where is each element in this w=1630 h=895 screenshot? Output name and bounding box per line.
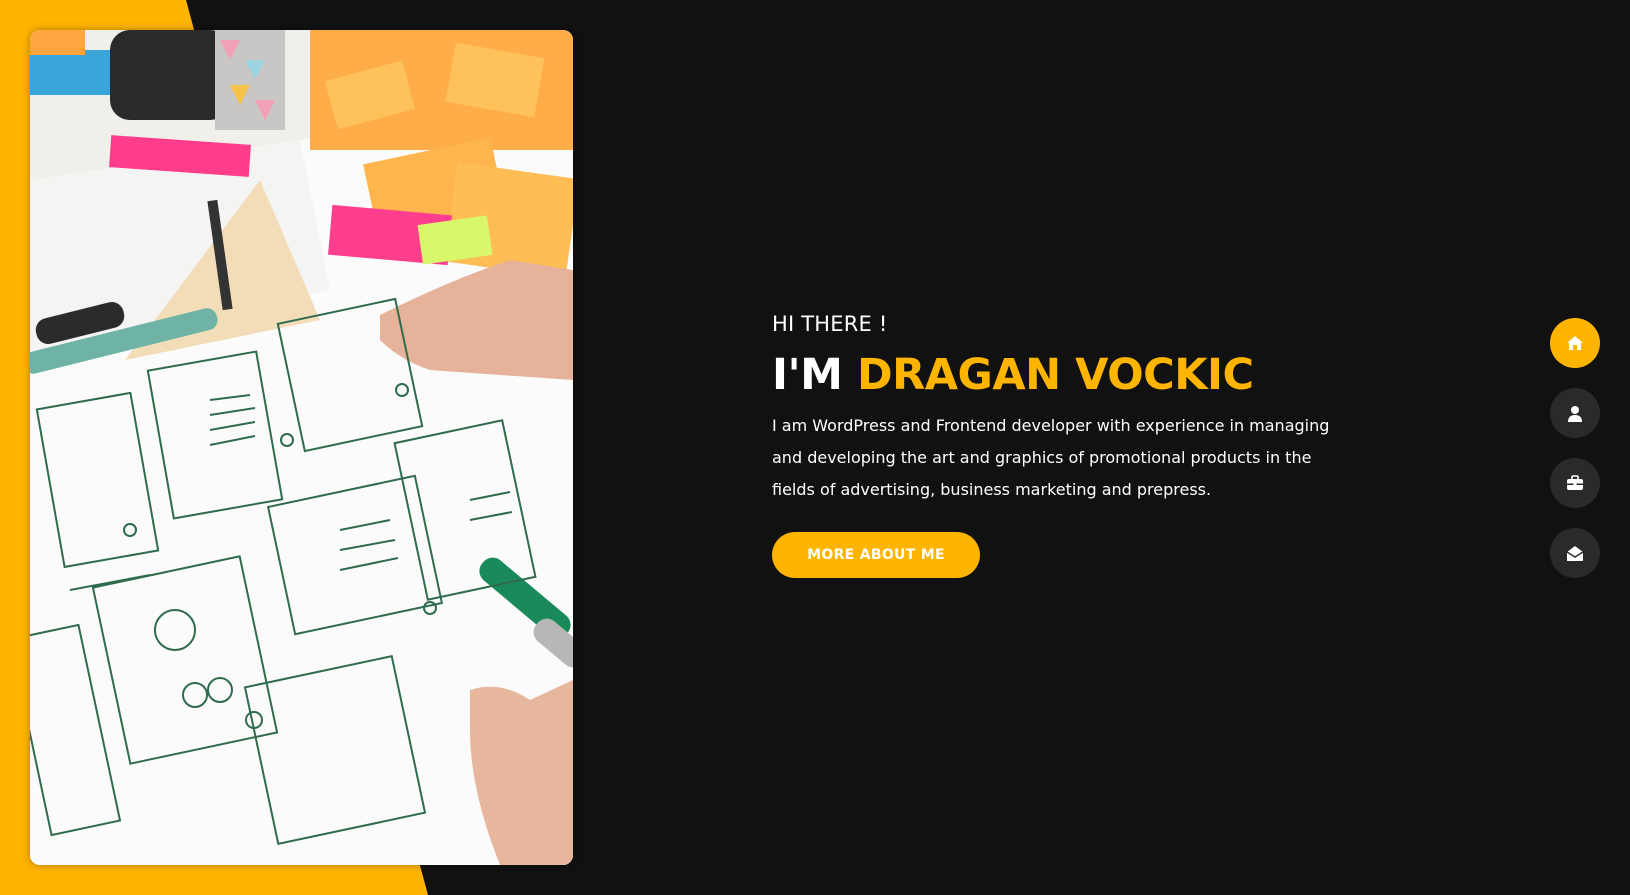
hero-content: HI THERE ! I'M DRAGAN VOCKIC I am WordPr…: [772, 312, 1352, 578]
wireframe-sketch-illustration: [30, 30, 573, 865]
greeting-text: HI THERE !: [772, 312, 888, 336]
title-prefix: I'M: [772, 350, 843, 400]
user-icon: [1568, 405, 1582, 422]
nav-contact-button[interactable]: [1550, 528, 1600, 578]
nav-about-button[interactable]: [1550, 388, 1600, 438]
more-about-me-button[interactable]: MORE ABOUT ME: [772, 532, 980, 578]
home-icon: [1567, 336, 1583, 350]
nav-home-button[interactable]: [1550, 318, 1600, 368]
hero-title: I'M DRAGAN VOCKIC: [772, 350, 1352, 400]
hero-image: [30, 30, 573, 865]
envelope-open-icon: [1566, 545, 1584, 561]
nav-portfolio-button[interactable]: [1550, 458, 1600, 508]
side-navigation: [1550, 318, 1600, 598]
home-page: HI THERE ! I'M DRAGAN VOCKIC I am WordPr…: [0, 0, 1630, 895]
title-name: DRAGAN VOCKIC: [856, 350, 1254, 400]
hero-description: I am WordPress and Frontend developer wi…: [772, 416, 1330, 499]
briefcase-icon: [1567, 475, 1583, 490]
